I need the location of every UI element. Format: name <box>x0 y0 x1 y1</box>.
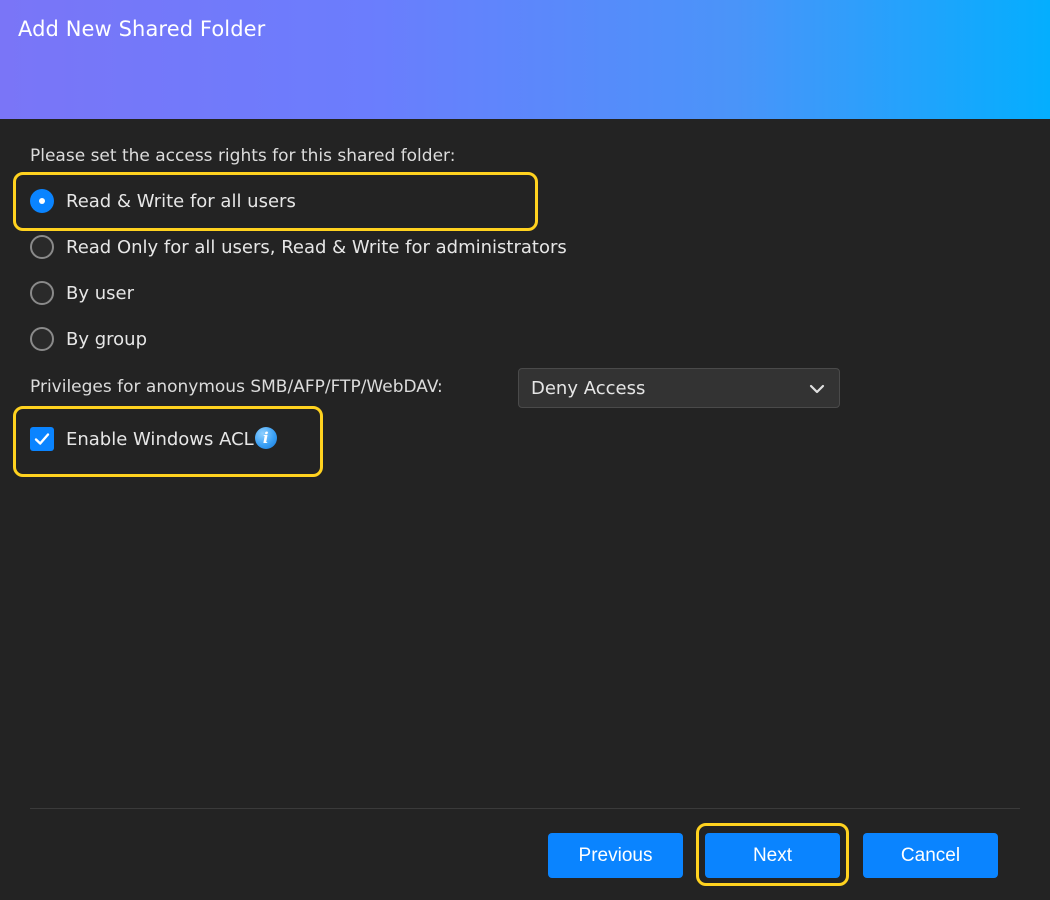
dialog-title: Add New Shared Folder <box>18 17 266 41</box>
checkmark-icon <box>34 433 50 445</box>
dialog-header: Add New Shared Folder <box>0 0 1050 119</box>
anonymous-privileges-label: Privileges for anonymous SMB/AFP/FTP/Web… <box>30 377 443 397</box>
radio-button[interactable] <box>30 235 54 259</box>
next-button[interactable]: Next <box>705 833 840 878</box>
cancel-button[interactable]: Cancel <box>863 833 998 878</box>
enable-windows-acl-checkbox[interactable] <box>30 427 54 451</box>
radio-label: Read Only for all users, Read & Write fo… <box>66 236 567 258</box>
enable-windows-acl-label: Enable Windows ACL <box>66 428 254 450</box>
radio-button[interactable] <box>30 281 54 305</box>
add-shared-folder-dialog: Add New Shared Folder Please set the acc… <box>0 0 1050 900</box>
enable-windows-acl-row[interactable]: Enable Windows ACL i <box>30 424 277 454</box>
radio-by-user[interactable]: By user <box>30 278 134 308</box>
radio-label: By user <box>66 282 134 304</box>
chevron-down-icon <box>809 384 825 394</box>
previous-button[interactable]: Previous <box>548 833 683 878</box>
footer-divider <box>30 808 1020 809</box>
radio-read-write-all[interactable]: Read & Write for all users <box>30 186 296 216</box>
info-icon[interactable]: i <box>254 426 277 449</box>
radio-label: Read & Write for all users <box>66 190 296 212</box>
radio-button-checked[interactable] <box>30 189 54 213</box>
anonymous-privileges-select[interactable]: Deny Access <box>518 368 840 408</box>
access-rights-prompt: Please set the access rights for this sh… <box>30 146 456 166</box>
radio-read-only-all[interactable]: Read Only for all users, Read & Write fo… <box>30 232 567 262</box>
radio-label: By group <box>66 328 147 350</box>
select-value: Deny Access <box>531 377 646 399</box>
radio-by-group[interactable]: By group <box>30 324 147 354</box>
radio-button[interactable] <box>30 327 54 351</box>
